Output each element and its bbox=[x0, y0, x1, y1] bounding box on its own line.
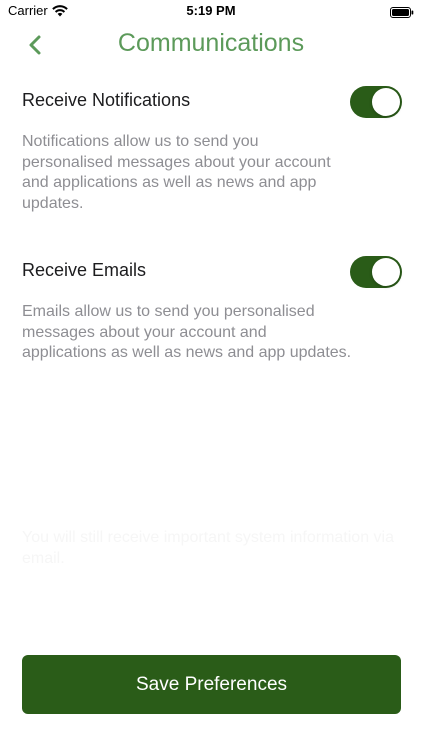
notifications-setting: Receive Notifications Notifications allo… bbox=[22, 86, 402, 214]
emails-description: Emails allow us to send you personalised… bbox=[22, 303, 352, 361]
notifications-row: Receive Notifications bbox=[22, 86, 402, 122]
page-title: Communications bbox=[117, 29, 305, 57]
emails-row: Receive Emails bbox=[22, 256, 402, 292]
emails-label: Receive Emails bbox=[22, 260, 147, 280]
battery-icon bbox=[390, 5, 414, 18]
notifications-label: Receive Notifications bbox=[22, 90, 191, 110]
notifications-toggle[interactable] bbox=[350, 86, 402, 118]
status-bar: Carrier 5:19 PM bbox=[0, 0, 422, 24]
toggle-knob bbox=[372, 88, 400, 116]
navigation-bar: Communications bbox=[0, 24, 422, 68]
emails-setting: Receive Emails Emails allow us to send y… bbox=[22, 256, 402, 364]
save-preferences-label: Save Preferences bbox=[135, 673, 288, 695]
toggle-knob bbox=[372, 258, 400, 286]
save-preferences-button[interactable]: Save Preferences bbox=[22, 655, 401, 714]
system-info-note: You will still receive important system … bbox=[22, 529, 394, 567]
notifications-description: Notifications allow us to send you perso… bbox=[22, 133, 331, 212]
status-time: 5:19 PM bbox=[186, 3, 236, 18]
emails-toggle[interactable] bbox=[350, 256, 402, 288]
